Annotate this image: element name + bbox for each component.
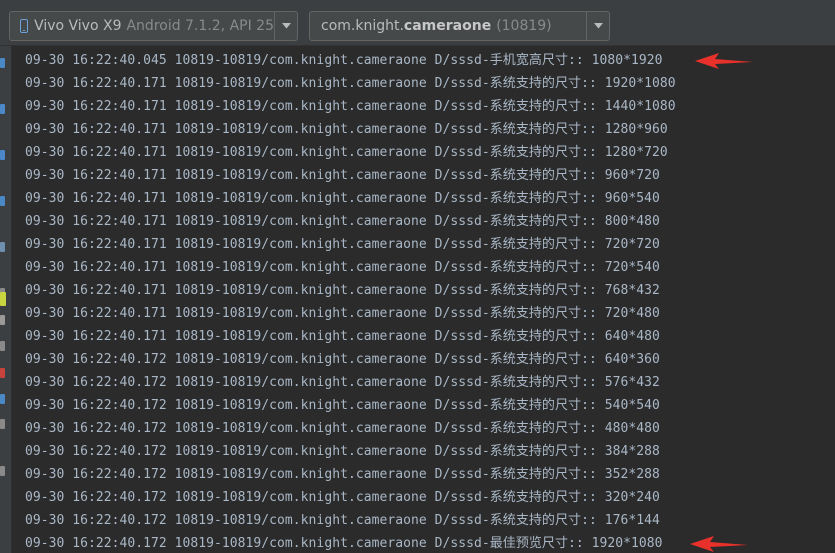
scroll-to-end-icon[interactable] [0, 104, 5, 114]
log-line: 09-30 16:22:40.171 10819-10819/com.knigh… [25, 283, 660, 298]
screenshot-icon[interactable] [0, 292, 6, 306]
log-line: 09-30 16:22:40.172 10819-10819/com.knigh… [25, 352, 660, 367]
up-stack-icon[interactable] [0, 150, 5, 160]
log-line: 09-30 16:22:40.045 10819-10819/com.knigh… [25, 53, 663, 68]
device-dropdown-button[interactable] [274, 12, 297, 40]
down-stack-icon[interactable] [0, 196, 5, 206]
logcat-window: Vivo Vivo X9 Android 7.1.2, API 25 com.k… [0, 0, 835, 553]
logcat-toolbar: Vivo Vivo X9 Android 7.1.2, API 25 com.k… [0, 0, 835, 46]
log-line: 09-30 16:22:40.171 10819-10819/com.knigh… [25, 122, 668, 137]
chevron-down-icon [281, 23, 291, 29]
process-selector-value: com.knight. cameraone (10819) [321, 18, 586, 34]
log-line: 09-30 16:22:40.171 10819-10819/com.knigh… [25, 329, 660, 344]
chevron-down-icon [593, 23, 603, 29]
log-line: 09-30 16:22:40.172 10819-10819/com.knigh… [25, 513, 660, 528]
log-line: 09-30 16:22:40.171 10819-10819/com.knigh… [25, 76, 676, 91]
log-line: 09-30 16:22:40.172 10819-10819/com.knigh… [25, 467, 660, 482]
log-line: 09-30 16:22:40.171 10819-10819/com.knigh… [25, 145, 668, 160]
device-selector[interactable]: Vivo Vivo X9 Android 7.1.2, API 25 [9, 11, 298, 41]
log-line: 09-30 16:22:40.171 10819-10819/com.knigh… [25, 191, 660, 206]
log-line: 09-30 16:22:40.172 10819-10819/com.knigh… [25, 421, 660, 436]
layout-inspector-icon[interactable] [0, 394, 5, 404]
process-selector[interactable]: com.knight. cameraone (10819) [309, 11, 610, 41]
log-line: 09-30 16:22:40.171 10819-10819/com.knigh… [25, 237, 660, 252]
terminate-icon[interactable] [0, 368, 5, 378]
screen-record-icon[interactable] [0, 341, 5, 351]
log-line: 09-30 16:22:40.172 10819-10819/com.knigh… [25, 375, 660, 390]
red-arrow-icon [695, 53, 753, 69]
restart-icon[interactable] [0, 315, 5, 325]
log-line: 09-30 16:22:40.171 10819-10819/com.knigh… [25, 168, 660, 183]
clear-log-icon[interactable] [0, 58, 5, 68]
log-line: 09-30 16:22:40.172 10819-10819/com.knigh… [25, 444, 660, 459]
settings-icon[interactable] [0, 419, 5, 429]
log-line: 09-30 16:22:40.172 10819-10819/com.knigh… [25, 398, 660, 413]
device-detail: Android 7.1.2, API 25 [126, 18, 274, 34]
logcat-side-toolbar [0, 46, 12, 553]
log-line: 09-30 16:22:40.171 10819-10819/com.knigh… [25, 260, 660, 275]
device-name: Vivo Vivo X9 [34, 18, 122, 34]
soft-wrap-icon[interactable] [0, 242, 5, 252]
log-line: 09-30 16:22:40.172 10819-10819/com.knigh… [25, 536, 663, 551]
log-line: 09-30 16:22:40.171 10819-10819/com.knigh… [25, 99, 676, 114]
device-selector-value: Vivo Vivo X9 Android 7.1.2, API 25 [10, 18, 274, 34]
phone-icon [20, 19, 29, 33]
log-line: 09-30 16:22:40.171 10819-10819/com.knigh… [25, 306, 660, 321]
logcat-output[interactable]: 09-30 16:22:40.045 10819-10819/com.knigh… [13, 46, 835, 553]
process-prefix: com.knight. [321, 18, 404, 34]
process-dropdown-button[interactable] [586, 12, 609, 40]
process-pid: (10819) [496, 18, 552, 34]
process-name: cameraone [403, 18, 492, 34]
help-icon[interactable] [0, 466, 5, 476]
log-line: 09-30 16:22:40.172 10819-10819/com.knigh… [25, 490, 660, 505]
log-line: 09-30 16:22:40.171 10819-10819/com.knigh… [25, 214, 660, 229]
red-arrow-icon [690, 536, 748, 552]
